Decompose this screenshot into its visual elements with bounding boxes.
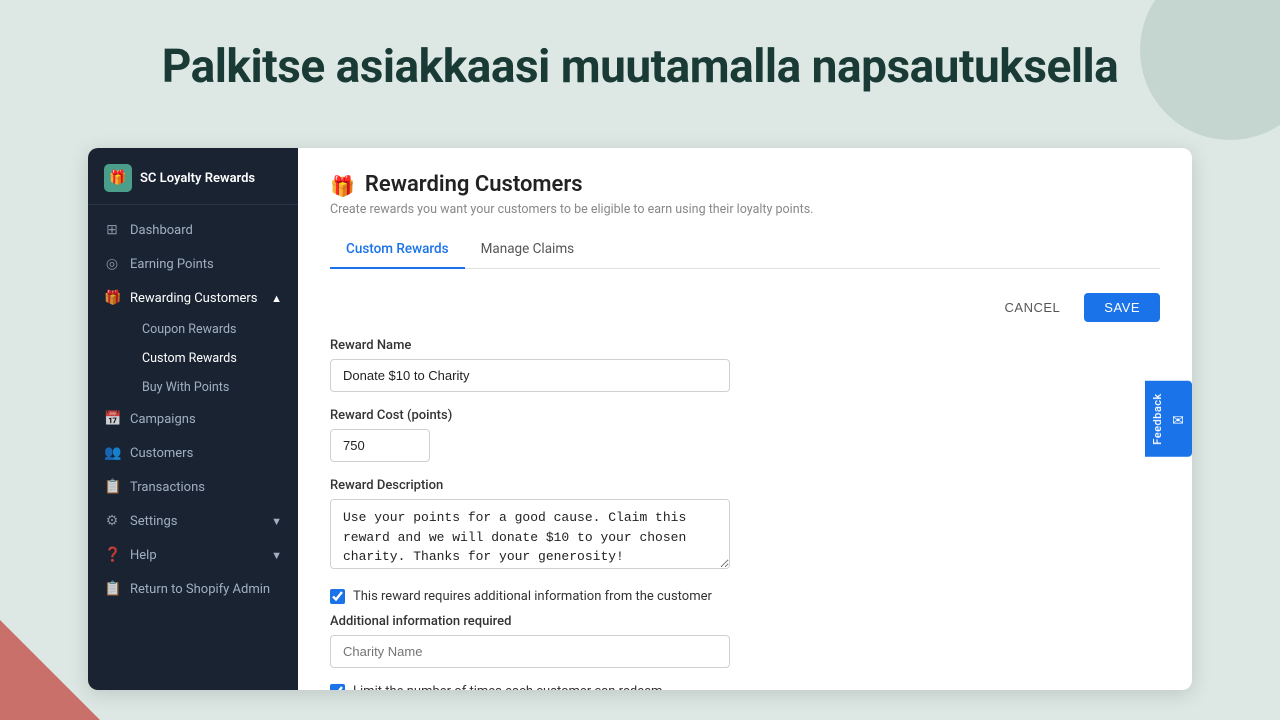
sidebar-label-help: Help (130, 548, 157, 563)
reward-name-input[interactable] (330, 359, 730, 392)
section-title: Rewarding Customers (365, 172, 583, 197)
logo-icon: 🎁 (104, 164, 132, 192)
sidebar: 🎁 SC Loyalty Rewards ⊞ Dashboard ◎ Earni… (88, 148, 298, 690)
sidebar-item-return-shopify[interactable]: 📋 Return to Shopify Admin (88, 572, 298, 606)
sidebar-label-earning-points: Earning Points (130, 257, 214, 272)
section-subtitle: Create rewards you want your customers t… (330, 202, 1160, 217)
checkbox2-label: Limit the number of times each customer … (353, 684, 662, 690)
earning-points-icon: ◎ (104, 256, 120, 272)
logo-text: SC Loyalty Rewards (140, 171, 255, 186)
reward-description-textarea[interactable]: Use your points for a good cause. Claim … (330, 499, 730, 569)
sidebar-label-campaigns: Campaigns (130, 412, 196, 427)
sidebar-item-transactions[interactable]: 📋 Transactions (88, 470, 298, 504)
reward-description-group: Reward Description Use your points for a… (330, 478, 1160, 573)
sidebar-label-return-shopify: Return to Shopify Admin (130, 582, 270, 597)
feedback-label: Feedback (1151, 393, 1164, 445)
form-header-row: CANCEL SAVE (330, 293, 1160, 322)
tabs-container: Custom Rewards Manage Claims (330, 233, 1160, 269)
sidebar-label-transactions: Transactions (130, 480, 205, 495)
help-icon: ❓ (104, 547, 120, 563)
dashboard-icon: ⊞ (104, 222, 120, 238)
decorative-triangle (0, 620, 100, 720)
reward-cost-group: Reward Cost (points) (330, 408, 1160, 462)
sidebar-logo: 🎁 SC Loyalty Rewards (88, 148, 298, 205)
reward-name-label: Reward Name (330, 338, 1160, 353)
sidebar-item-customers[interactable]: 👥 Customers (88, 436, 298, 470)
checkbox1-row: This reward requires additional informat… (330, 589, 1160, 604)
reward-cost-input[interactable] (330, 429, 430, 462)
feedback-icon: ✉ (1170, 411, 1186, 428)
transactions-icon: 📋 (104, 479, 120, 495)
cancel-button[interactable]: CANCEL (989, 293, 1077, 322)
reward-name-group: Reward Name (330, 338, 1160, 392)
tab-custom-rewards[interactable]: Custom Rewards (330, 233, 465, 269)
page-title: Palkitse asiakkaasi muutamalla napsautuk… (0, 40, 1280, 94)
rewarding-icon: 🎁 (104, 290, 120, 306)
sidebar-label-rewarding: Rewarding Customers (130, 291, 258, 306)
sidebar-nav: ⊞ Dashboard ◎ Earning Points 🎁 Rewarding… (88, 205, 298, 690)
sidebar-item-rewarding-customers[interactable]: 🎁 Rewarding Customers ▲ (88, 281, 298, 315)
sidebar-label-dashboard: Dashboard (130, 223, 193, 238)
sidebar-item-coupon-rewards[interactable]: Coupon Rewards (130, 315, 298, 344)
content-header: 🎁 Rewarding Customers (330, 172, 1160, 198)
tab-manage-claims[interactable]: Manage Claims (465, 233, 591, 269)
reward-description-label: Reward Description (330, 478, 1160, 493)
additional-info-group: Additional information required (330, 614, 1160, 668)
sidebar-item-earning-points[interactable]: ◎ Earning Points (88, 247, 298, 281)
reward-cost-label: Reward Cost (points) (330, 408, 1160, 423)
rewarding-arrow-icon: ▲ (271, 292, 282, 305)
checkbox2-row: Limit the number of times each customer … (330, 684, 1160, 690)
save-button[interactable]: SAVE (1084, 293, 1160, 322)
campaigns-icon: 📅 (104, 411, 120, 427)
help-arrow-icon: ▼ (271, 549, 282, 562)
rewarding-submenu: Coupon Rewards Custom Rewards Buy With P… (88, 315, 298, 402)
sidebar-label-customers: Customers (130, 446, 193, 461)
feedback-tab[interactable]: Feedback ✉ (1145, 381, 1192, 457)
sidebar-item-settings[interactable]: ⚙ Settings ▼ (88, 504, 298, 538)
checkbox1-label: This reward requires additional informat… (353, 589, 712, 604)
additional-info-input[interactable] (330, 635, 730, 668)
sidebar-label-settings: Settings (130, 514, 177, 529)
customers-icon: 👥 (104, 445, 120, 461)
additional-info-label: Additional information required (330, 614, 1160, 629)
settings-arrow-icon: ▼ (271, 515, 282, 528)
sidebar-item-help[interactable]: ❓ Help ▼ (88, 538, 298, 572)
sidebar-item-campaigns[interactable]: 📅 Campaigns (88, 402, 298, 436)
content-area: 🎁 Rewarding Customers Create rewards you… (298, 148, 1192, 690)
page-header: Palkitse asiakkaasi muutamalla napsautuk… (0, 40, 1280, 94)
main-container: 🎁 SC Loyalty Rewards ⊞ Dashboard ◎ Earni… (88, 148, 1192, 690)
section-icon: 🎁 (330, 174, 355, 198)
checkbox2-input[interactable] (330, 684, 345, 690)
sidebar-item-custom-rewards[interactable]: Custom Rewards (130, 344, 298, 373)
settings-icon: ⚙ (104, 513, 120, 529)
checkbox1-input[interactable] (330, 589, 345, 604)
sidebar-item-buy-with-points[interactable]: Buy With Points (130, 373, 298, 402)
sidebar-item-dashboard[interactable]: ⊞ Dashboard (88, 213, 298, 247)
shopify-icon: 📋 (104, 581, 120, 597)
